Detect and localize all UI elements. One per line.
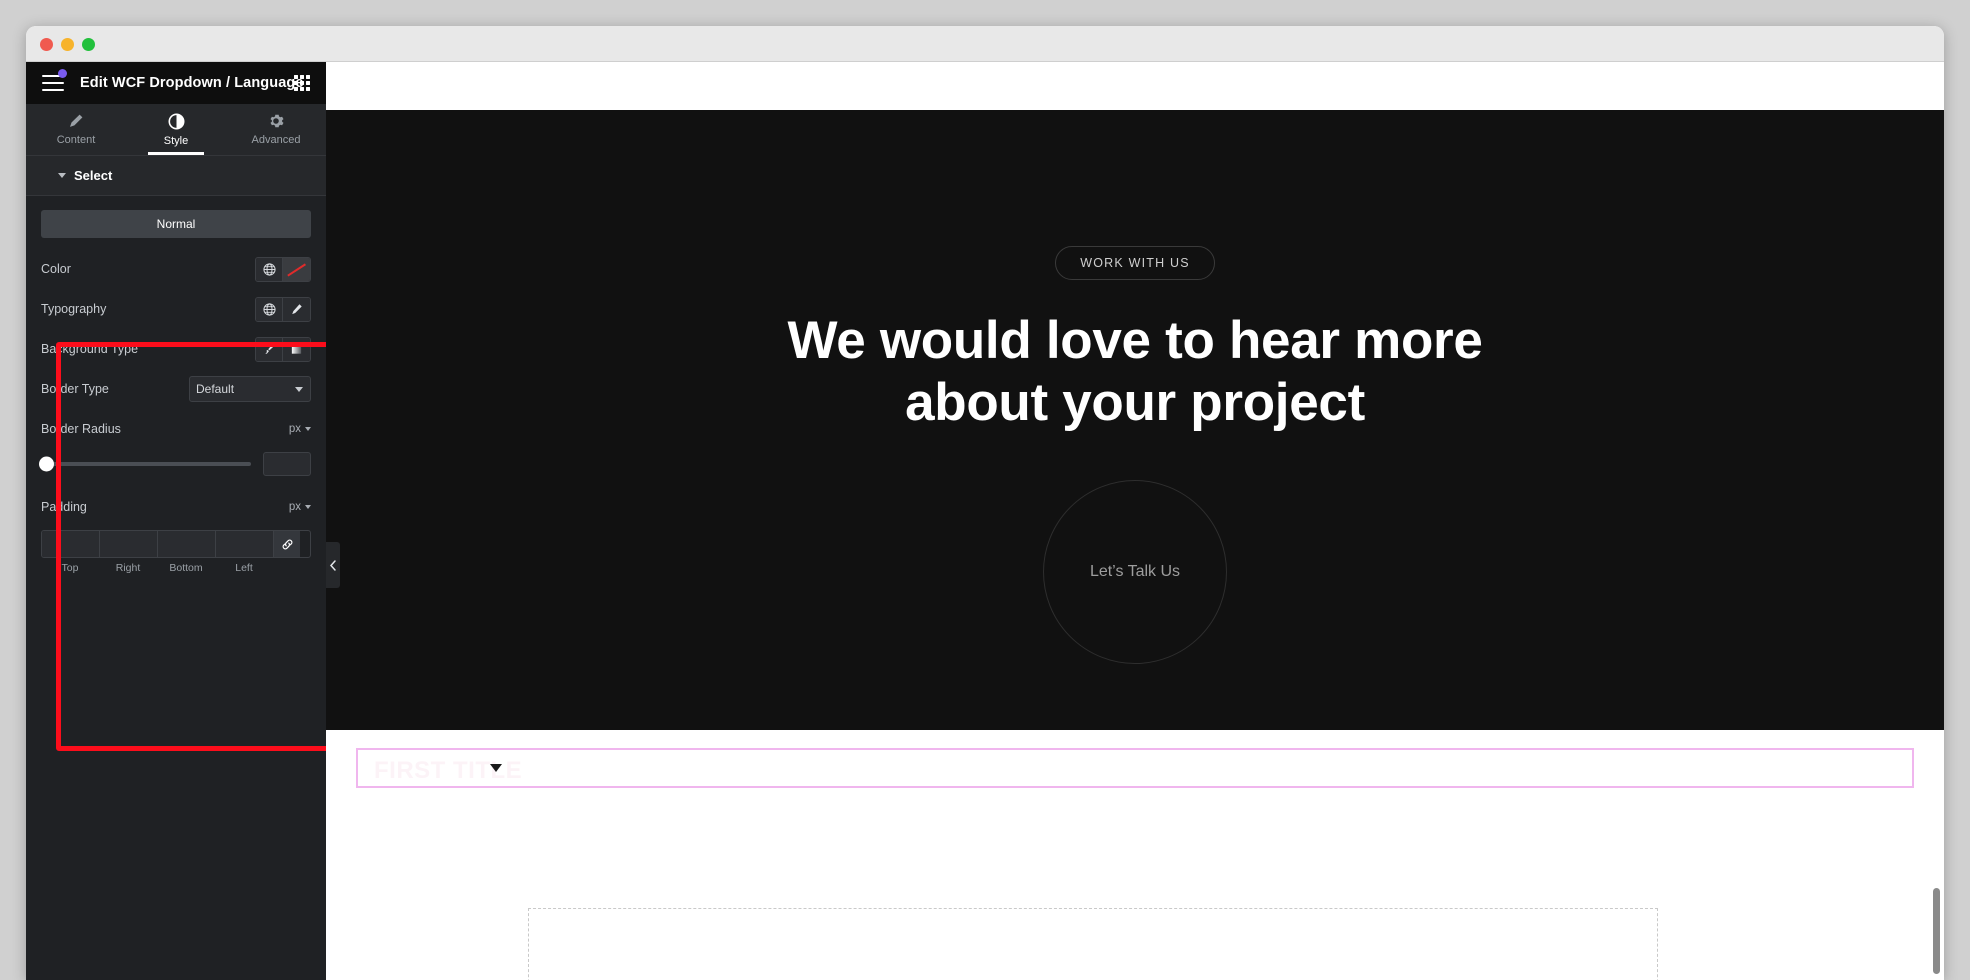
hero-title-line-2: about your project: [905, 373, 1365, 432]
control-label-border-radius: Border Radius: [41, 422, 121, 436]
wcf-dropdown-widget[interactable]: FIRST TITLE: [356, 748, 1914, 788]
browser-window: Edit WCF Dropdown / Language Content Sty…: [26, 26, 1944, 980]
border-type-select[interactable]: DefaultNoneSolidDoubleDottedDashedGroove: [189, 376, 311, 402]
typography-buttons: [255, 296, 311, 322]
padding-unit-label: px: [288, 501, 301, 513]
pencil-icon[interactable]: [283, 297, 310, 321]
padding-label-bottom: Bottom: [169, 562, 203, 574]
elementor-editor: Edit WCF Dropdown / Language Content Sty…: [26, 62, 1944, 980]
chevron-down-icon: [305, 505, 311, 509]
contrast-circle-icon: [168, 113, 185, 130]
control-row-padding: Padding px: [41, 490, 311, 524]
state-tabs: Normal: [41, 210, 311, 238]
empty-dropzone-placeholder[interactable]: [528, 908, 1658, 980]
slider-knob[interactable]: [39, 456, 54, 472]
padding-right-input[interactable]: [100, 531, 158, 557]
panel-tabs: Content Style Advanced: [26, 104, 326, 156]
border-radius-number-input[interactable]: [263, 452, 311, 476]
window-titlebar: [26, 26, 1944, 62]
padding-top-input[interactable]: [42, 531, 100, 557]
padding-unit-selector[interactable]: px: [289, 501, 311, 513]
page-preview-canvas: WORK WITH US We would love to hear more …: [326, 62, 1944, 980]
hero-title-line-1: We would love to hear more: [787, 311, 1483, 370]
chevron-left-icon: [329, 559, 336, 571]
control-label-color: Color: [41, 262, 71, 276]
apps-grid-icon[interactable]: [294, 75, 310, 91]
zoom-button[interactable]: [82, 38, 95, 51]
link-chain-icon[interactable]: [274, 531, 300, 557]
close-button[interactable]: [40, 38, 53, 51]
padding-label-left: Left: [235, 562, 253, 574]
caret-down-icon: [58, 173, 66, 178]
gear-icon: [268, 113, 284, 129]
padding-bottom-input[interactable]: [158, 531, 216, 557]
padding-label-right: Right: [115, 562, 141, 574]
control-label-padding: Padding: [41, 500, 87, 514]
elementor-panel: Edit WCF Dropdown / Language Content Sty…: [26, 62, 326, 980]
globe-icon[interactable]: [256, 297, 283, 321]
color-buttons: [255, 256, 311, 282]
control-row-border-type: Border Type DefaultNoneSolidDoubleDotted…: [41, 372, 311, 406]
lets-talk-us-button[interactable]: Let’s Talk Us: [1043, 480, 1227, 664]
panel-collapse-handle[interactable]: [326, 542, 340, 588]
canvas-top-strip: [326, 62, 1944, 110]
control-row-background-type: Background Type: [41, 332, 311, 366]
state-tab-normal[interactable]: Normal: [41, 210, 311, 238]
tab-content[interactable]: Content: [26, 104, 126, 155]
gradient-icon[interactable]: [283, 337, 310, 361]
border-radius-slider[interactable]: [39, 456, 251, 472]
select-section: Select Normal Color Typography Backgroun…: [26, 156, 326, 574]
control-label-typography: Typography: [41, 302, 107, 316]
hero-title: We would love to hear more about your pr…: [787, 310, 1482, 434]
padding-side-labels: Top Right Bottom Left: [41, 562, 311, 574]
pencil-icon: [68, 113, 84, 129]
control-row-border-radius: Border Radius px: [41, 412, 311, 446]
border-radius-unit-label: px: [288, 423, 301, 435]
page-title: Edit WCF Dropdown / Language: [80, 75, 304, 91]
border-radius-unit-selector[interactable]: px: [289, 423, 311, 435]
control-row-color: Color: [41, 252, 311, 286]
tab-style[interactable]: Style: [126, 104, 226, 155]
control-label-border-type: Border Type: [41, 382, 109, 396]
traffic-lights: [40, 38, 95, 51]
notification-dot-icon: [58, 69, 67, 78]
panel-header: Edit WCF Dropdown / Language: [26, 62, 326, 104]
tab-advanced-label: Advanced: [251, 134, 301, 146]
chevron-down-icon: [305, 427, 311, 431]
panel-scroll-area: Select Normal Color Typography Backgroun…: [26, 156, 326, 980]
background-type-buttons: [255, 336, 311, 362]
tab-style-label: Style: [163, 134, 189, 147]
hero-section: WORK WITH US We would love to hear more …: [326, 110, 1944, 730]
content-white-section: FIRST TITLE: [326, 748, 1944, 980]
border-type-select-wrap: DefaultNoneSolidDoubleDottedDashedGroove: [189, 376, 311, 402]
border-radius-slider-row: [39, 452, 311, 476]
tab-content-label: Content: [56, 134, 96, 146]
globe-icon[interactable]: [256, 257, 283, 281]
padding-inputs: [41, 530, 311, 558]
padding-left-input[interactable]: [216, 531, 274, 557]
desktop-background: Edit WCF Dropdown / Language Content Sty…: [0, 0, 1970, 980]
hamburger-icon[interactable]: [42, 69, 67, 91]
minimize-button[interactable]: [61, 38, 74, 51]
section-header-select[interactable]: Select: [26, 156, 326, 196]
hero-badge[interactable]: WORK WITH US: [1055, 246, 1215, 280]
chevron-down-icon[interactable]: [490, 764, 502, 772]
control-label-background-type: Background Type: [41, 342, 139, 356]
tab-advanced[interactable]: Advanced: [226, 104, 326, 155]
control-row-typography: Typography: [41, 292, 311, 326]
section-title: Select: [74, 168, 113, 183]
canvas-vertical-scrollbar[interactable]: [1933, 888, 1940, 974]
controls-list: Normal Color Typography Background Type …: [26, 196, 326, 574]
color-swatch-none[interactable]: [283, 257, 310, 281]
brush-icon[interactable]: [256, 337, 283, 361]
padding-label-top: Top: [61, 562, 79, 574]
